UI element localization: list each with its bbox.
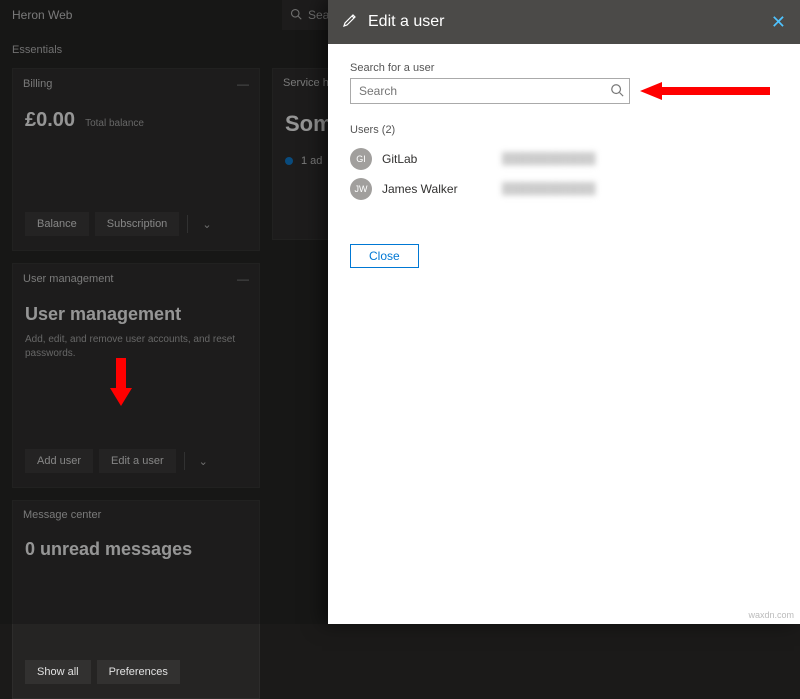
close-icon[interactable]: ✕: [771, 12, 786, 33]
close-button[interactable]: Close: [350, 244, 419, 268]
panel-title: Edit a user: [368, 13, 761, 31]
user-row[interactable]: GI GitLab ████████████: [350, 144, 778, 174]
avatar: JW: [350, 178, 372, 200]
panel-header: Edit a user ✕: [328, 0, 800, 44]
edit-user-panel: Edit a user ✕ Search for a user Users (2…: [328, 0, 800, 624]
watermark: waxdn.com: [748, 610, 794, 620]
users-count-label: Users (2): [350, 124, 778, 136]
user-name: GitLab: [382, 152, 492, 166]
user-email: ████████████: [502, 183, 596, 195]
search-user-input[interactable]: [350, 78, 630, 104]
user-row[interactable]: JW James Walker ████████████: [350, 174, 778, 204]
avatar: GI: [350, 148, 372, 170]
pencil-icon: [342, 12, 358, 33]
search-user-label: Search for a user: [350, 62, 778, 74]
search-icon[interactable]: [610, 83, 624, 102]
preferences-button[interactable]: Preferences: [97, 660, 180, 684]
user-email: ████████████: [502, 153, 596, 165]
show-all-button[interactable]: Show all: [25, 660, 91, 684]
user-name: James Walker: [382, 182, 492, 196]
